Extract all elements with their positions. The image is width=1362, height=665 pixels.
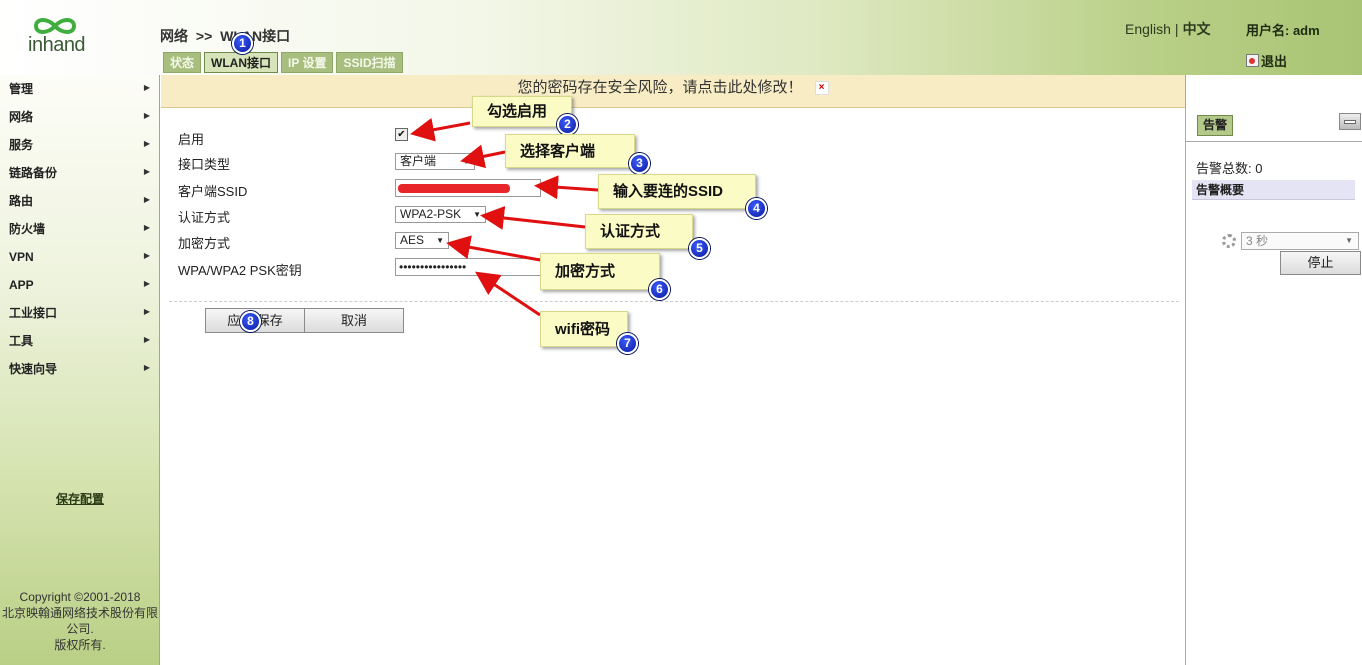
chevron-down-icon: ▼ bbox=[436, 236, 444, 245]
chevron-right-icon: ▶ bbox=[143, 307, 150, 316]
sidebar-item-label: 网络 bbox=[9, 110, 34, 124]
language-switcher: English | 中文 bbox=[1125, 19, 1211, 39]
psk-key-label: WPA/WPA2 PSK密钥 bbox=[178, 263, 302, 278]
encryption-select[interactable]: AES ▼ bbox=[395, 232, 449, 249]
sidebar-item-label: 快速向导 bbox=[9, 362, 58, 376]
sidebar: 管理 ▶ 网络 ▶ 服务 ▶ 链路备份 ▶ 路由 ▶ 防火墙 ▶ VPN ▶ APP ▶ 工业接… bbox=[0, 75, 160, 665]
sidebar-item-tools[interactable]: 工具 ▶ bbox=[0, 330, 160, 358]
breadcrumb-separator: >> bbox=[195, 28, 213, 44]
sidebar-menu: 管理 ▶ 网络 ▶ 服务 ▶ 链路备份 ▶ 路由 ▶ 防火墙 ▶ VPN ▶ APP ▶ 工业接… bbox=[0, 78, 160, 386]
sidebar-item-label: 工具 bbox=[9, 334, 34, 348]
apply-save-button[interactable]: 应用 保存 bbox=[205, 308, 305, 333]
interface-type-value: 客户端 bbox=[400, 154, 437, 168]
chevron-right-icon: ▶ bbox=[143, 279, 150, 288]
chevron-right-icon: ▶ bbox=[143, 363, 150, 372]
sidebar-item-link-backup[interactable]: 链路备份 ▶ bbox=[0, 162, 160, 190]
minimize-icon[interactable] bbox=[1339, 113, 1361, 130]
client-ssid-label: 客户端SSID bbox=[178, 184, 248, 199]
chevron-right-icon: ▶ bbox=[143, 251, 150, 260]
auth-method-select[interactable]: WPA2-PSK ▼ bbox=[395, 206, 486, 223]
save-config-link[interactable]: 保存配置 bbox=[56, 490, 104, 507]
enable-label: 启用 bbox=[178, 132, 205, 147]
tab-ip-settings[interactable]: IP 设置 bbox=[281, 52, 334, 73]
tab-ssid-scan[interactable]: SSID扫描 bbox=[336, 52, 403, 73]
breadcrumb: 网络 >> WLAN接口 bbox=[160, 26, 290, 46]
alarm-total-count: 告警总数: 0 bbox=[1196, 161, 1263, 176]
copyright-line: 版权所有. bbox=[54, 638, 106, 652]
client-ssid-input[interactable] bbox=[395, 179, 541, 197]
encryption-value: AES bbox=[400, 233, 425, 247]
password-warning-banner[interactable]: 您的密码存在安全风险，请点击此处修改！ × bbox=[161, 75, 1185, 108]
breadcrumb-section[interactable]: 网络 bbox=[160, 28, 188, 44]
copyright-line: 北京映翰通网络技术股份有限 bbox=[1, 606, 158, 620]
warning-text[interactable]: 您的密码存在安全风险，请点击此处修改！ bbox=[517, 79, 802, 96]
enable-checkbox[interactable]: ✔ bbox=[395, 128, 408, 141]
copyright-line: 公司. bbox=[66, 622, 94, 636]
encryption-label: 加密方式 bbox=[178, 236, 231, 251]
auth-method-label: 认证方式 bbox=[178, 210, 231, 225]
username-label: 用户名: adm bbox=[1246, 23, 1320, 38]
cancel-button[interactable]: 取消 bbox=[304, 308, 404, 333]
chevron-right-icon: ▶ bbox=[143, 139, 150, 148]
chevron-right-icon: ▶ bbox=[143, 111, 150, 120]
sidebar-item-firewall[interactable]: 防火墙 ▶ bbox=[0, 218, 160, 246]
sidebar-item-label: 路由 bbox=[9, 194, 34, 208]
sidebar-item-industrial-interface[interactable]: 工业接口 ▶ bbox=[0, 302, 160, 330]
sidebar-item-routing[interactable]: 路由 ▶ bbox=[0, 190, 160, 218]
chevron-down-icon: ▼ bbox=[473, 210, 481, 219]
sidebar-item-network[interactable]: 网络 ▶ bbox=[0, 106, 160, 134]
close-icon[interactable]: × bbox=[814, 81, 829, 96]
auth-method-value: WPA2-PSK bbox=[400, 207, 462, 221]
chevron-right-icon: ▶ bbox=[143, 335, 150, 344]
chevron-right-icon: ▶ bbox=[143, 195, 150, 204]
alarm-summary-header: 告警概要 bbox=[1192, 180, 1355, 200]
sidebar-item-label: 链路备份 bbox=[9, 166, 58, 180]
sidebar-item-label: APP bbox=[9, 278, 34, 292]
header: inhand 网络 >> WLAN接口 状态 WLAN接口 IP 设置 SSID… bbox=[0, 0, 1362, 75]
logout-link[interactable]: 退出 bbox=[1246, 51, 1287, 70]
sidebar-item-label: VPN bbox=[9, 250, 34, 264]
alarm-panel: 告警 告警总数: 0 告警概要 3 秒 ▼ 停止 bbox=[1185, 75, 1362, 665]
refresh-interval-select[interactable]: 3 秒 ▼ bbox=[1241, 232, 1359, 250]
form-divider bbox=[169, 301, 1179, 302]
lang-chinese[interactable]: 中文 bbox=[1183, 21, 1211, 37]
sidebar-item-label: 服务 bbox=[9, 138, 34, 152]
panel-divider bbox=[1186, 141, 1362, 142]
chevron-right-icon: ▶ bbox=[143, 167, 150, 176]
sidebar-item-label: 工业接口 bbox=[9, 306, 58, 320]
sidebar-item-label: 管理 bbox=[9, 82, 34, 96]
sidebar-item-admin[interactable]: 管理 ▶ bbox=[0, 78, 160, 106]
inhand-logo: inhand bbox=[26, 14, 88, 62]
lang-separator: | bbox=[1174, 21, 1179, 37]
tab-alarms[interactable]: 告警 bbox=[1197, 115, 1234, 136]
lang-english[interactable]: English bbox=[1125, 21, 1171, 37]
logo-text: inhand bbox=[28, 34, 86, 56]
sidebar-item-vpn[interactable]: VPN ▶ bbox=[0, 246, 160, 274]
interface-type-label: 接口类型 bbox=[178, 157, 231, 172]
logout-label: 退出 bbox=[1261, 54, 1288, 69]
refresh-interval-value: 3 秒 bbox=[1246, 234, 1269, 248]
sidebar-item-app[interactable]: APP ▶ bbox=[0, 274, 160, 302]
interface-type-select[interactable]: 客户端 ▼ bbox=[395, 153, 475, 170]
chevron-right-icon: ▶ bbox=[143, 223, 150, 232]
main-content: 您的密码存在安全风险，请点击此处修改！ × 启用 ✔ 接口类型 客户端 ▼ 客户端S… bbox=[161, 75, 1185, 665]
sidebar-item-label: 防火墙 bbox=[9, 222, 46, 236]
stop-button[interactable]: 停止 bbox=[1280, 251, 1361, 275]
loading-spinner-icon bbox=[1222, 234, 1236, 248]
chevron-right-icon: ▶ bbox=[143, 83, 150, 92]
tab-bar: 状态 WLAN接口 IP 设置 SSID扫描 bbox=[163, 52, 403, 73]
tab-status[interactable]: 状态 bbox=[163, 52, 202, 73]
copyright-line: Copyright ©2001-2018 bbox=[19, 590, 141, 604]
redaction-mark bbox=[398, 184, 510, 193]
logout-icon bbox=[1246, 54, 1259, 67]
tab-wlan-interface[interactable]: WLAN接口 bbox=[204, 52, 279, 73]
breadcrumb-page: WLAN接口 bbox=[220, 28, 291, 44]
chevron-down-icon: ▼ bbox=[1345, 236, 1353, 245]
sidebar-item-services[interactable]: 服务 ▶ bbox=[0, 134, 160, 162]
copyright: Copyright ©2001-2018 北京映翰通网络技术股份有限 公司. 版… bbox=[0, 589, 160, 653]
sidebar-item-quick-wizard[interactable]: 快速向导 ▶ bbox=[0, 358, 160, 386]
psk-key-input[interactable]: •••••••••••••••• bbox=[395, 258, 541, 276]
chevron-down-icon: ▼ bbox=[462, 157, 470, 166]
